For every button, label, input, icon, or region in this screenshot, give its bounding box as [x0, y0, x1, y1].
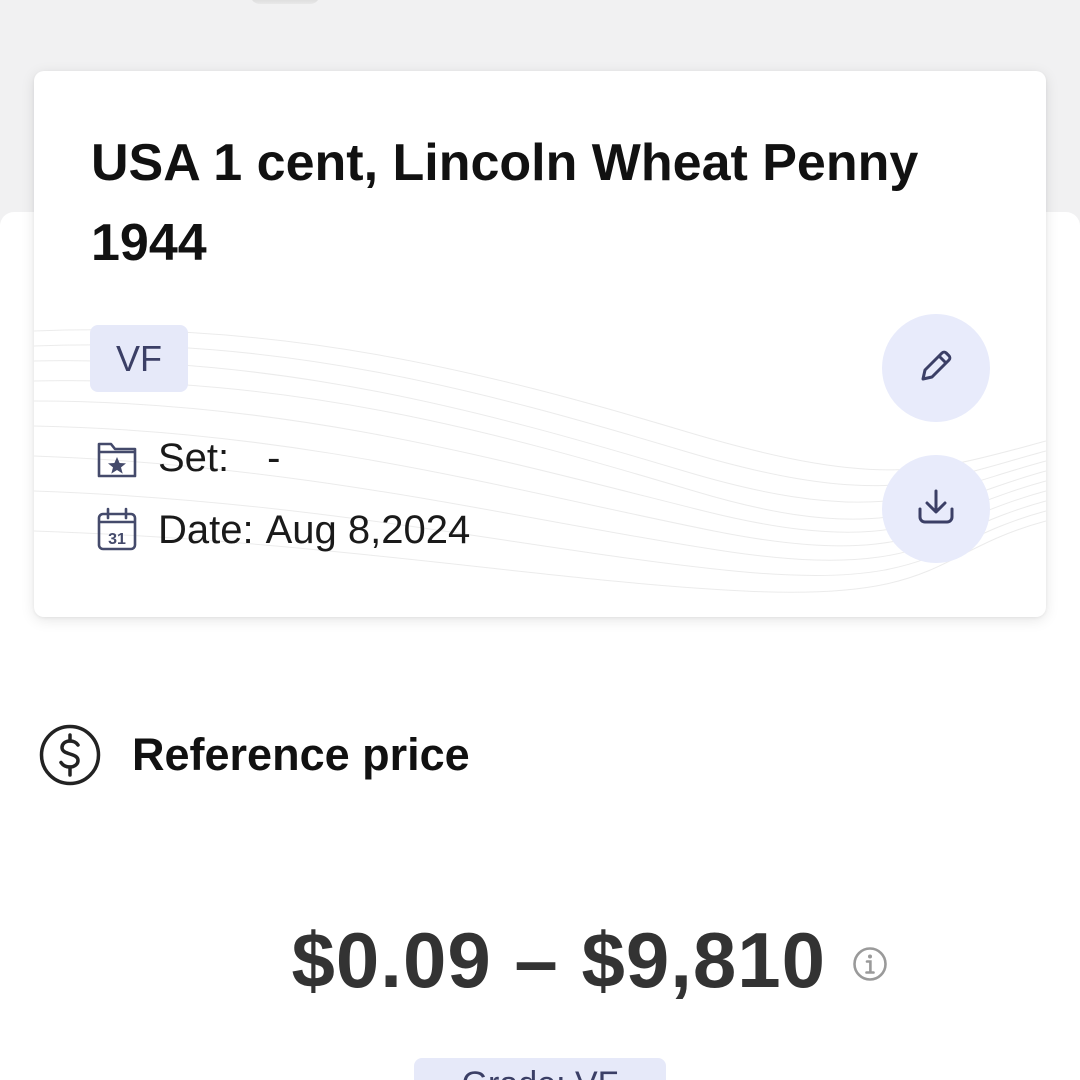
edit-button[interactable]: [882, 314, 990, 422]
set-label: Set:: [158, 435, 230, 480]
info-icon[interactable]: [852, 946, 888, 982]
pencil-icon: [915, 345, 957, 392]
calendar-day-text: 31: [108, 531, 126, 548]
reference-price-header: Reference price: [38, 723, 470, 787]
reference-price-title: Reference price: [132, 729, 470, 780]
date-label: Date:: [158, 507, 254, 552]
set-value: -: [267, 435, 281, 480]
grade-chip: VF: [90, 325, 188, 392]
coin-image-edge: [250, 0, 320, 4]
set-row: Set: -: [94, 433, 280, 483]
date-row: 31 Date: Aug 8,2024: [94, 505, 470, 555]
date-value: Aug 8,2024: [265, 507, 471, 552]
calendar-icon: 31: [94, 507, 140, 553]
coin-title: USA 1 cent, Lincoln Wheat Penny 1944: [91, 134, 919, 272]
dollar-circle-icon: [38, 723, 102, 787]
price-range-value: $0.09 – $9,810: [291, 916, 827, 1004]
coin-detail-page: USA 1 cent, Lincoln Wheat Penny 1944 VF …: [0, 0, 1080, 1080]
coin-info-card: USA 1 cent, Lincoln Wheat Penny 1944 VF …: [34, 71, 1046, 617]
folder-star-icon: [94, 435, 140, 481]
download-button[interactable]: [882, 455, 990, 563]
download-icon: [914, 485, 958, 534]
price-range-row: $0.09 – $9,810: [0, 915, 1080, 1015]
grade-pill: Grade: VF: [414, 1058, 666, 1080]
